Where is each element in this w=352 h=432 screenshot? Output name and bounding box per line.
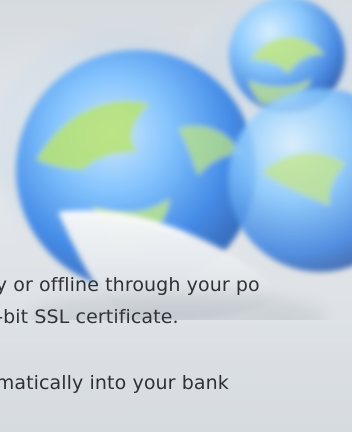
description-text: ay or offline through your po 3-bit SSL … — [0, 270, 352, 432]
description-line-2: 3-bit SSL certificate. — [0, 306, 179, 328]
description-line-3: omatically into your bank — [0, 372, 229, 394]
description-line-1: ay or offline through your po — [0, 274, 260, 296]
screen: ay or offline through your po 3-bit SSL … — [0, 0, 352, 432]
